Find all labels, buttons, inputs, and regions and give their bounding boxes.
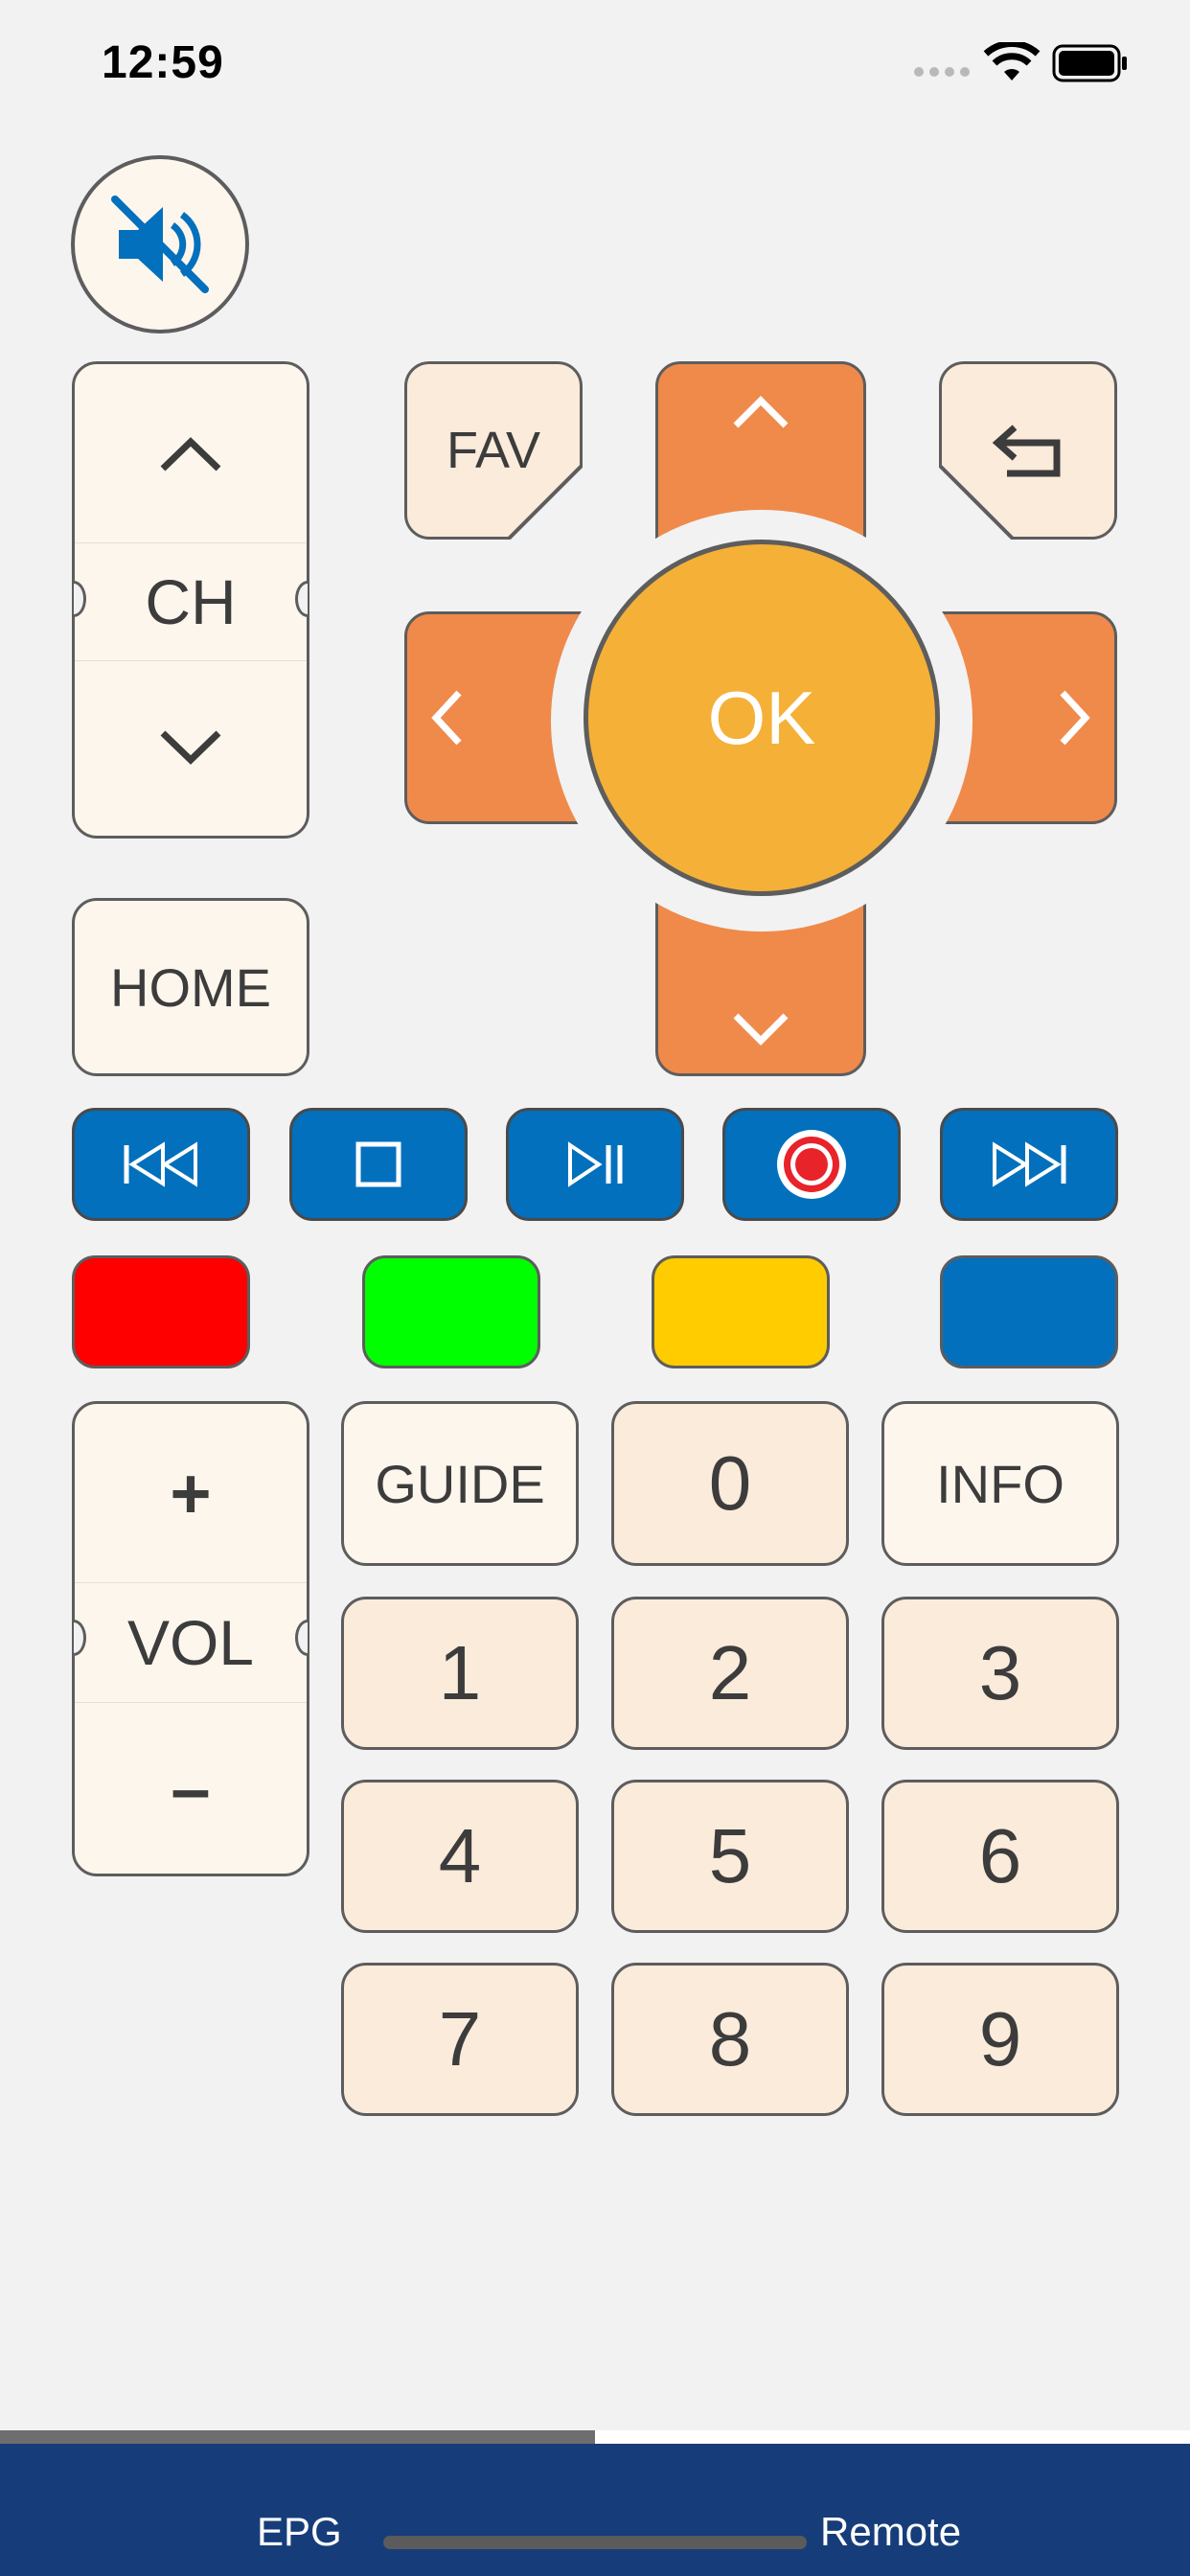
record-icon — [777, 1130, 846, 1199]
chevron-left-icon — [431, 690, 462, 746]
info-label: INFO — [936, 1453, 1064, 1514]
channel-down-button[interactable] — [75, 659, 307, 836]
chevron-up-icon — [733, 396, 789, 428]
cellular-signal-icon — [914, 67, 970, 77]
digit-5-button[interactable]: 5 — [611, 1780, 849, 1933]
chevron-down-icon — [160, 730, 221, 765]
digit-7-button[interactable]: 7 — [341, 1963, 579, 2116]
volume-label: VOL — [126, 1607, 255, 1678]
channel-rocker: CH — [72, 361, 309, 839]
digit-label: 6 — [978, 1813, 1022, 1898]
status-time: 12:59 — [102, 37, 224, 88]
digit-2-button[interactable]: 2 — [611, 1597, 849, 1750]
ok-button[interactable]: OK — [584, 540, 940, 896]
fav-corner-outline — [506, 463, 583, 540]
digit-9-button[interactable]: 9 — [881, 1963, 1119, 2116]
wifi-icon — [983, 42, 1041, 80]
guide-label: GUIDE — [375, 1453, 545, 1514]
blue-key-button[interactable] — [940, 1255, 1118, 1368]
digit-label: 3 — [978, 1630, 1022, 1715]
digit-label: 1 — [438, 1630, 482, 1715]
battery-icon — [1052, 44, 1127, 82]
digit-4-button[interactable]: 4 — [341, 1780, 579, 1933]
channel-up-button[interactable] — [75, 364, 307, 542]
digit-8-button[interactable]: 8 — [611, 1963, 849, 2116]
next-button[interactable] — [940, 1108, 1118, 1221]
digit-label: 5 — [708, 1813, 752, 1898]
rocker-notch — [74, 1620, 86, 1656]
digit-3-button[interactable]: 3 — [881, 1597, 1119, 1750]
home-label: HOME — [110, 956, 271, 1018]
digit-label: 7 — [438, 1996, 482, 2082]
tab-bar — [0, 2444, 1190, 2576]
digit-6-button[interactable]: 6 — [881, 1780, 1119, 1933]
stop-button[interactable] — [289, 1108, 468, 1221]
speaker-mute-icon — [111, 196, 209, 293]
home-button[interactable]: HOME — [72, 898, 309, 1076]
tab-remote[interactable]: Remote — [820, 2509, 961, 2555]
digit-1-button[interactable]: 1 — [341, 1597, 579, 1750]
play-pause-button[interactable] — [506, 1108, 684, 1221]
guide-button[interactable]: GUIDE — [341, 1401, 579, 1566]
volume-minus-label: – — [171, 1748, 211, 1828]
previous-button[interactable] — [72, 1108, 250, 1221]
digit-label: 4 — [438, 1813, 482, 1898]
green-key-button[interactable] — [362, 1255, 540, 1368]
volume-up-button[interactable]: + — [75, 1404, 307, 1582]
stop-icon — [355, 1141, 401, 1187]
play-pause-icon — [568, 1141, 623, 1187]
home-indicator[interactable] — [383, 2536, 807, 2549]
digit-label: 8 — [708, 1996, 752, 2082]
back-corner-outline — [939, 463, 1016, 540]
chevron-right-icon — [1060, 690, 1090, 746]
record-button[interactable] — [722, 1108, 901, 1221]
chevron-up-icon — [160, 437, 221, 472]
mute-button[interactable] — [71, 155, 249, 334]
digit-label: 2 — [708, 1630, 752, 1715]
digit-label: 9 — [978, 1996, 1022, 2082]
tab-epg[interactable]: EPG — [257, 2509, 342, 2555]
volume-rocker: + VOL – — [72, 1401, 309, 1876]
rocker-notch — [74, 581, 86, 617]
volume-plus-label: + — [170, 1453, 212, 1533]
red-key-button[interactable] — [72, 1255, 250, 1368]
next-icon — [993, 1141, 1066, 1187]
channel-label: CH — [145, 566, 237, 637]
previous-icon — [124, 1141, 197, 1187]
chevron-down-icon — [733, 1013, 789, 1046]
page-progress-fill — [0, 2430, 595, 2444]
digit-label: 0 — [708, 1440, 752, 1526]
ok-label: OK — [707, 675, 816, 760]
info-button[interactable]: INFO — [881, 1401, 1119, 1566]
yellow-key-button[interactable] — [652, 1255, 830, 1368]
digit-0-button[interactable]: 0 — [611, 1401, 849, 1566]
volume-down-button[interactable]: – — [75, 1701, 307, 1874]
